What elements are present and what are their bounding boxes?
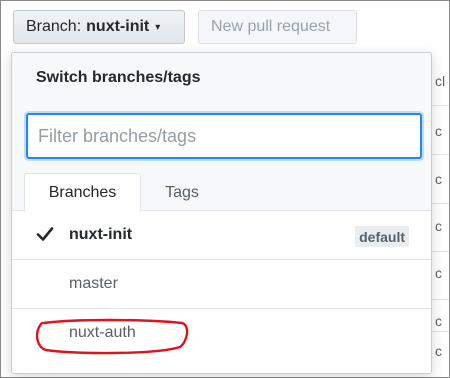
table-cell: c	[435, 265, 442, 281]
table-cell: c	[435, 123, 442, 139]
branch-name: nuxt-init	[86, 18, 150, 35]
branch-item-master[interactable]: master	[12, 261, 431, 309]
branch-item-nuxt-init[interactable]: nuxt-init default	[12, 212, 431, 260]
table-cell: cl	[435, 73, 446, 89]
default-badge: default	[355, 226, 409, 247]
branch-label: master	[69, 275, 118, 292]
branch-label: nuxt-init	[69, 226, 133, 243]
table-cell: c	[435, 171, 442, 187]
tab-branches-label: Branches	[48, 183, 117, 201]
caret-down-icon: ▾	[155, 21, 161, 33]
tab-tags-label: Tags	[165, 183, 199, 201]
menu-title: Switch branches/tags	[36, 69, 201, 86]
tab-branches[interactable]: Branches	[24, 173, 141, 212]
table-cell: c	[435, 218, 442, 234]
check-icon	[36, 227, 54, 241]
table-cell: c	[435, 343, 442, 359]
new-pull-request-label: New pull request	[211, 18, 331, 35]
table-cell: c	[435, 313, 442, 329]
filter-branches-input[interactable]	[26, 113, 422, 159]
annotation-circle	[35, 318, 189, 355]
branch-select-button[interactable]: Branch: nuxt-init ▾	[13, 10, 185, 44]
branch-prefix: Branch:	[26, 18, 82, 35]
filter-container	[12, 101, 431, 169]
tab-tags[interactable]: Tags	[144, 173, 220, 212]
branch-tag-tabs: Branches Tags	[12, 169, 431, 212]
new-pull-request-button[interactable]: New pull request	[198, 10, 357, 44]
